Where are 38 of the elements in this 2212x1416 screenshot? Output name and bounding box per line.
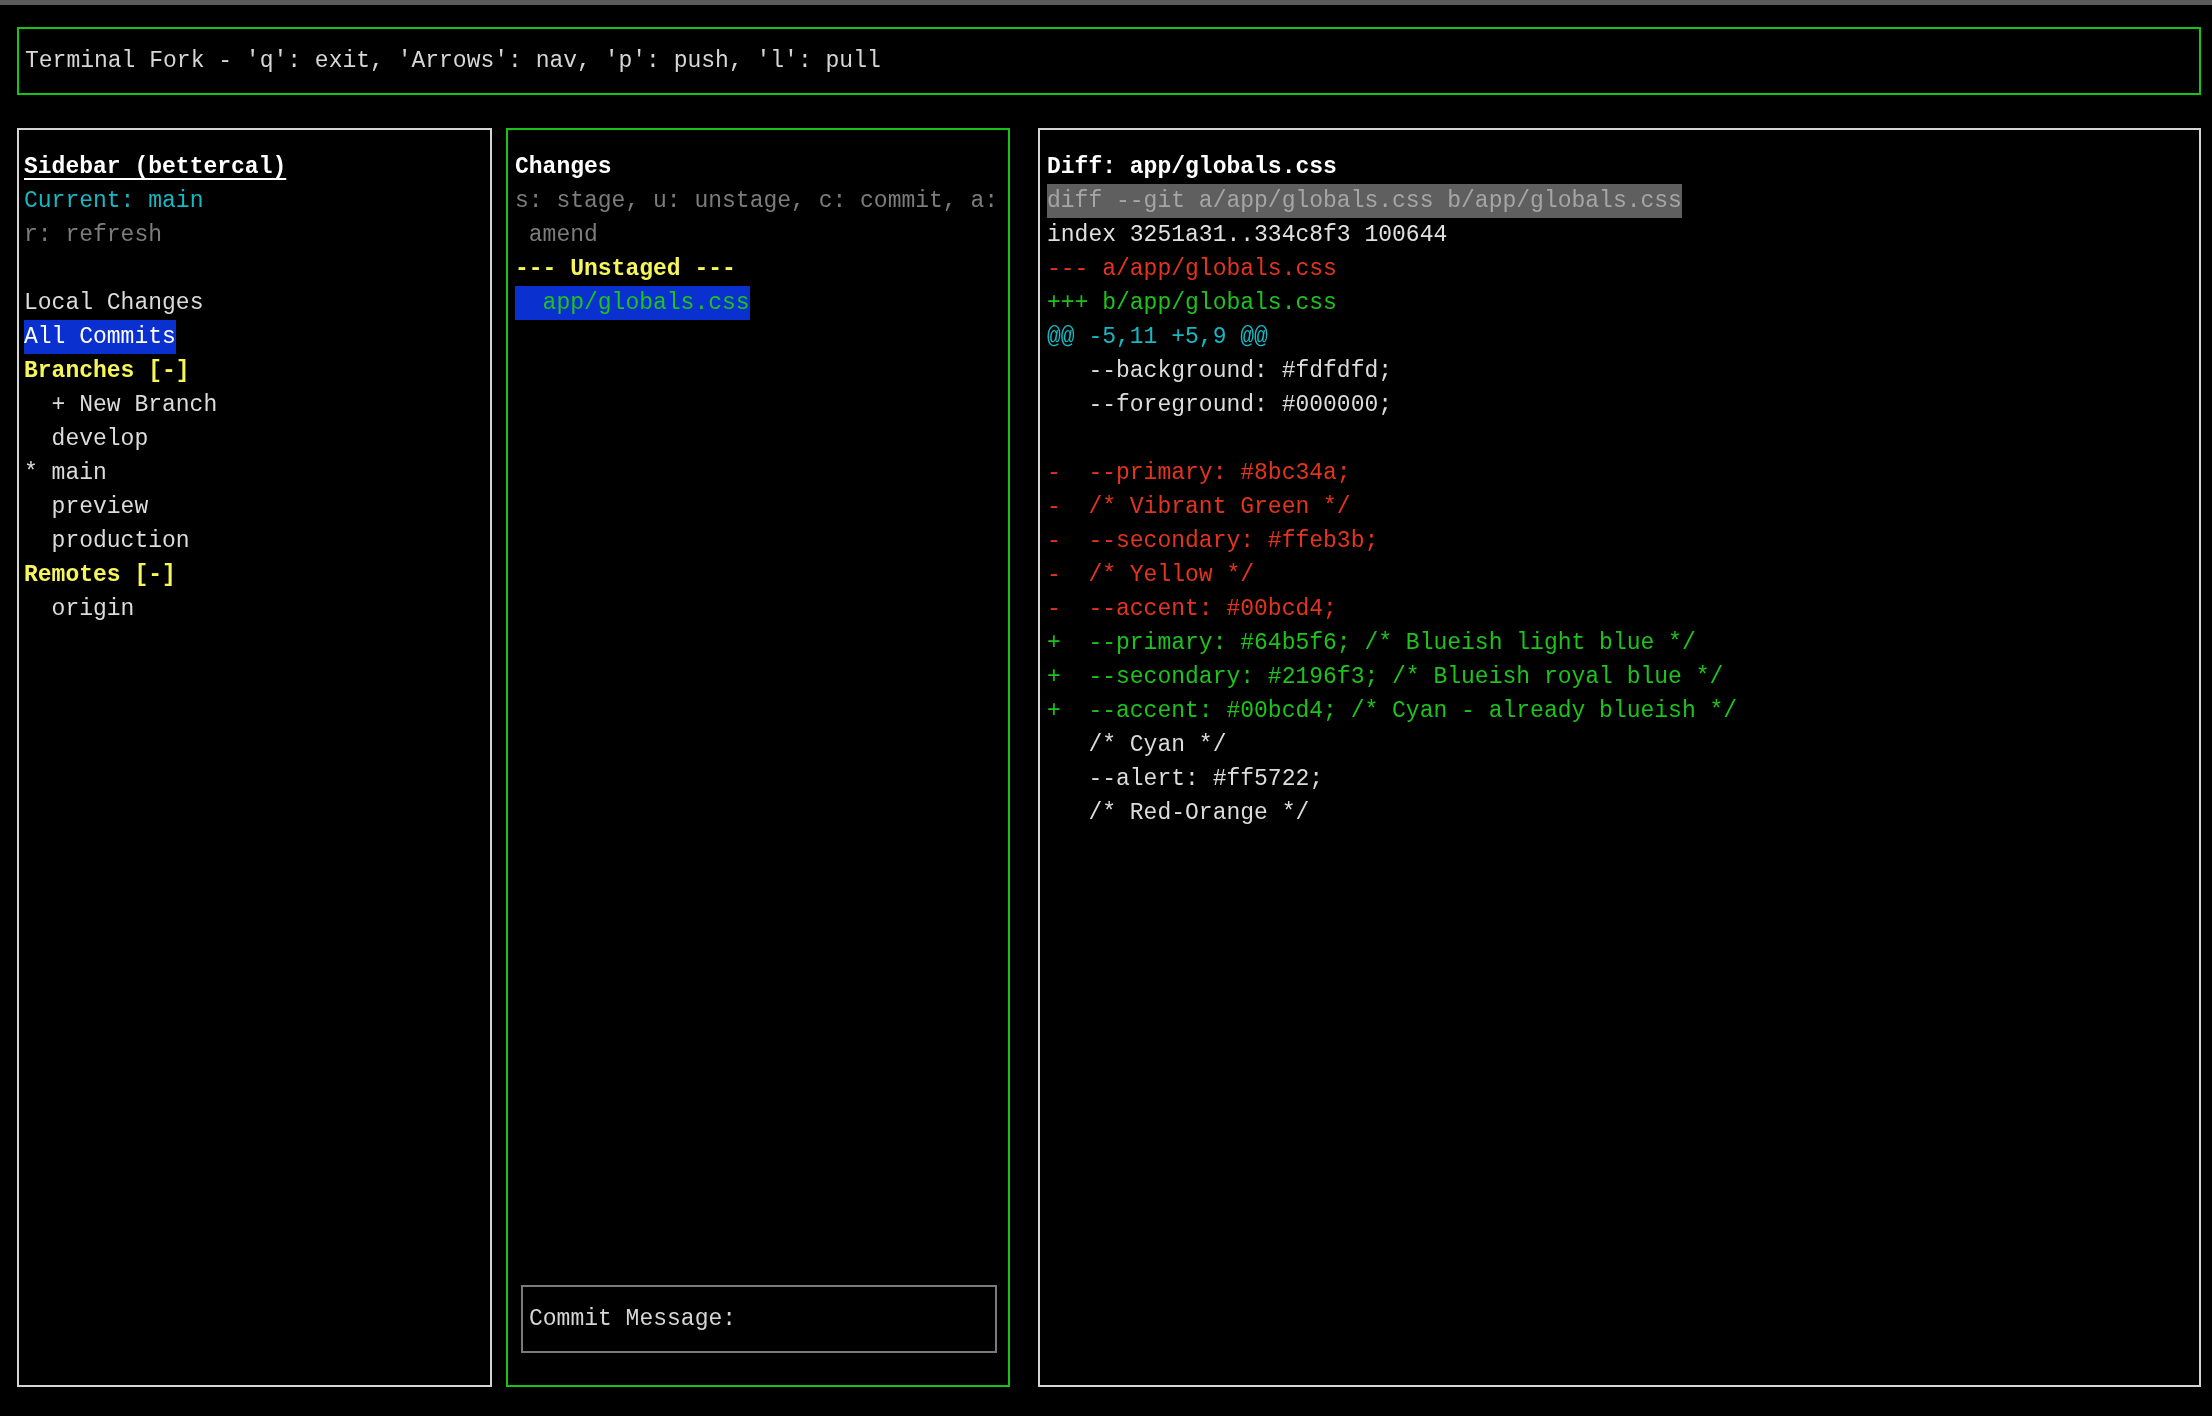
sidebar-item[interactable]: production [51, 524, 190, 558]
diff-line: + --primary: #64b5f6; /* Blueish light blue */ [1047, 629, 1696, 658]
diff-line: - --primary: #8bc34a; [1047, 459, 1351, 488]
sidebar-item[interactable]: origin [51, 592, 135, 626]
keybinding-hint: r: refresh [24, 222, 163, 248]
panel-title: Changes [515, 154, 612, 180]
diff-line: --foreground: #000000; [1087, 391, 1393, 420]
sidebar-item[interactable]: develop [51, 422, 149, 456]
sidebar-item[interactable]: All Commits [24, 320, 176, 354]
current-branch-label: Current: main [24, 188, 204, 214]
group-header: --- Unstaged --- [515, 256, 736, 282]
diff-line: - /* Yellow */ [1047, 561, 1255, 590]
file-item[interactable]: app/globals.css [515, 286, 750, 320]
diff-line: /* Cyan */ [1087, 731, 1227, 760]
diff-line: + --secondary: #2196f3; /* Blueish royal blue */ [1047, 663, 1724, 692]
diff-line: @@ -5,11 +5,9 @@ [1047, 323, 1268, 352]
sidebar-item[interactable]: + New Branch [51, 388, 218, 422]
commit-message-field[interactable]: Commit Message: [521, 1285, 997, 1353]
keybinding-hints: Terminal Fork - 'q': exit, 'Arrows': nav, 'p': push, 'l': pull [25, 47, 881, 76]
diff-line: --alert: #ff5722; [1087, 765, 1324, 794]
section-header[interactable]: Branches [-] [24, 354, 190, 388]
sidebar-item[interactable]: preview [51, 490, 149, 524]
diff-line: index 3251a31..334c8f3 100644 [1047, 221, 1448, 250]
diff-line: --background: #fdfdfd; [1087, 357, 1393, 386]
diff-line: /* Red-Orange */ [1087, 799, 1310, 828]
diff-line: +++ b/app/globals.css [1047, 289, 1337, 318]
diff-line: - --accent: #00bcd4; [1047, 595, 1337, 624]
sidebar-item[interactable]: main [51, 456, 107, 490]
section-header[interactable]: Remotes [-] [24, 558, 176, 592]
diff-line: --- a/app/globals.css [1047, 255, 1337, 284]
panel-title: Diff: app/globals.css [1047, 154, 1337, 180]
sidebar-item[interactable]: Local Changes [24, 286, 204, 320]
diff-line: - /* Vibrant Green */ [1047, 493, 1351, 522]
current-branch-marker: * [24, 459, 39, 488]
keybinding-hint: s: stage, u: unstage, c: commit, a: amend [515, 187, 1000, 250]
diff-line: - --secondary: #ffeb3b; [1047, 527, 1379, 556]
panel-title: Sidebar (bettercal) [24, 154, 287, 180]
diff-line: + --accent: #00bcd4; /* Cyan - already blueish */ [1047, 697, 1738, 726]
